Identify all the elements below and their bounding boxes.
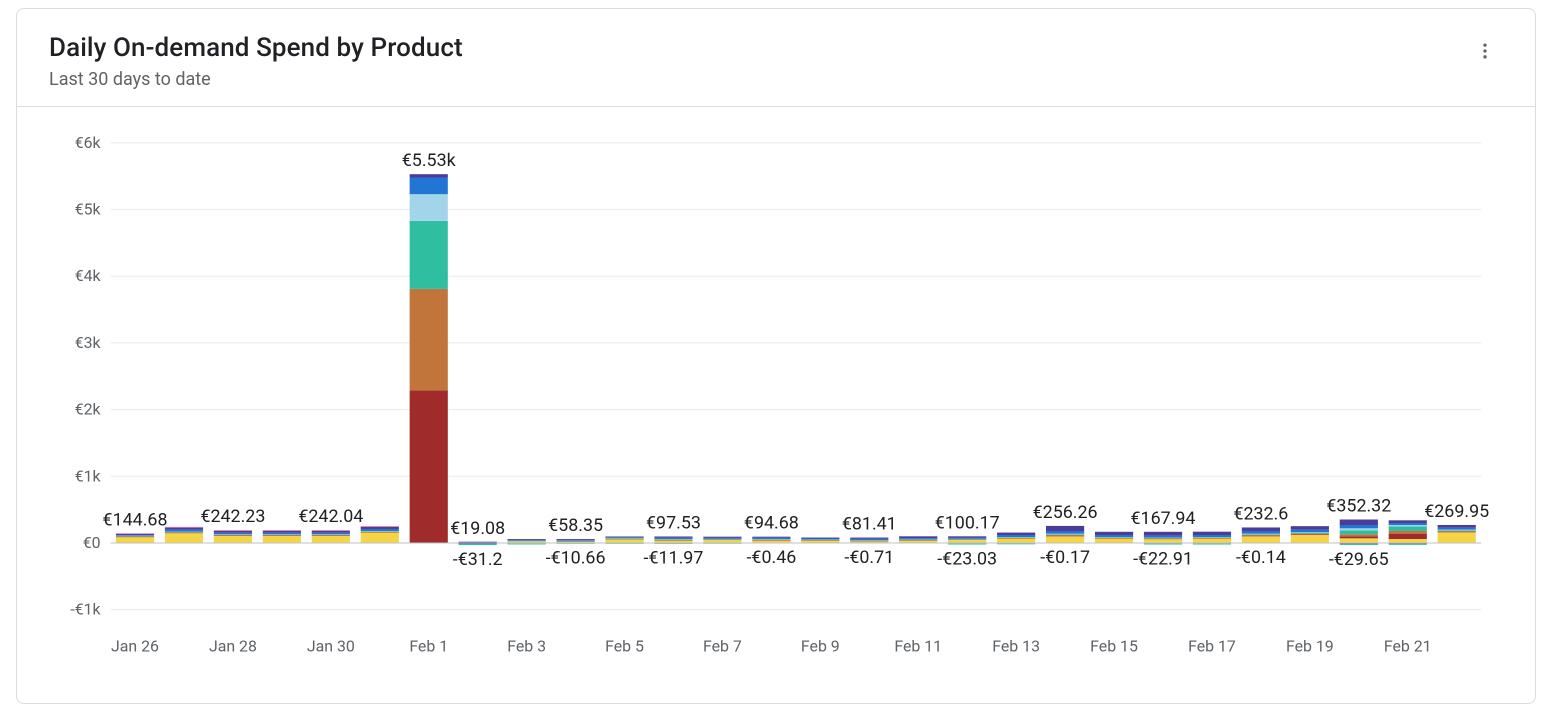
svg-text:-€0.17: -€0.17	[1040, 547, 1090, 568]
svg-text:Feb 19: Feb 19	[1286, 636, 1334, 655]
svg-text:Feb 1: Feb 1	[409, 636, 448, 655]
svg-text:-€0.46: -€0.46	[746, 547, 796, 568]
svg-text:Feb 5: Feb 5	[605, 636, 644, 655]
card-menu-button[interactable]	[1467, 33, 1503, 69]
spend-chart: -€1k €0 €1k €2k €3k €4k €5k €6k €144.68 €242.23 €2…	[41, 123, 1511, 679]
svg-text:€3k: €3k	[75, 333, 102, 352]
svg-text:€1k: €1k	[75, 466, 102, 485]
svg-text:€5k: €5k	[75, 200, 102, 219]
svg-text:€242.23: €242.23	[200, 506, 265, 527]
svg-text:€100.17: €100.17	[935, 512, 1000, 533]
more-vert-icon	[1475, 41, 1495, 61]
card-titles: Daily On-demand Spend by Product Last 30…	[49, 33, 463, 90]
svg-text:Feb 9: Feb 9	[801, 636, 840, 655]
svg-text:€94.68: €94.68	[744, 513, 799, 534]
svg-text:-€23.03: -€23.03	[937, 548, 997, 569]
svg-text:Feb 17: Feb 17	[1188, 636, 1236, 655]
svg-text:€19.08: €19.08	[450, 518, 505, 539]
card-subtitle: Last 30 days to date	[49, 69, 463, 90]
svg-text:-€0.14: -€0.14	[1236, 547, 1286, 568]
svg-text:€2k: €2k	[75, 400, 102, 419]
svg-text:€6k: €6k	[75, 133, 102, 152]
svg-text:-€10.66: -€10.66	[546, 548, 606, 569]
svg-text:Feb 21: Feb 21	[1384, 636, 1432, 655]
svg-text:Feb 15: Feb 15	[1090, 636, 1138, 655]
card-header: Daily On-demand Spend by Product Last 30…	[17, 9, 1535, 106]
svg-text:€58.35: €58.35	[548, 515, 603, 536]
svg-text:-€0.71: -€0.71	[844, 547, 894, 568]
svg-text:€232.6: €232.6	[1233, 504, 1288, 525]
svg-text:-€1k: -€1k	[70, 600, 101, 619]
svg-text:€269.95: €269.95	[1424, 501, 1489, 522]
svg-text:€0: €0	[83, 533, 101, 552]
svg-text:€242.04: €242.04	[298, 506, 363, 527]
svg-text:-€11.97: -€11.97	[644, 548, 704, 569]
svg-text:Jan 26: Jan 26	[111, 636, 159, 655]
svg-text:€144.68: €144.68	[103, 509, 168, 530]
svg-text:Feb 3: Feb 3	[507, 636, 546, 655]
svg-text:-€29.65: -€29.65	[1329, 549, 1389, 570]
chart-container: -€1k €0 €1k €2k €3k €4k €5k €6k €144.68 €242.23 €2…	[17, 107, 1535, 703]
svg-text:€5.53k: €5.53k	[402, 150, 457, 171]
spend-chart-card: Daily On-demand Spend by Product Last 30…	[16, 8, 1536, 704]
svg-text:-€22.91: -€22.91	[1133, 548, 1193, 569]
svg-text:Feb 13: Feb 13	[992, 636, 1040, 655]
svg-text:€167.94: €167.94	[1131, 508, 1196, 529]
svg-text:€352.32: €352.32	[1326, 496, 1391, 517]
svg-text:€97.53: €97.53	[646, 513, 701, 534]
svg-text:-€31.2: -€31.2	[453, 549, 503, 570]
card-title: Daily On-demand Spend by Product	[49, 33, 463, 63]
svg-text:Feb 7: Feb 7	[703, 636, 742, 655]
svg-text:Jan 28: Jan 28	[209, 636, 257, 655]
svg-text:Jan 30: Jan 30	[307, 636, 355, 655]
svg-text:€4k: €4k	[75, 266, 102, 285]
svg-text:Feb 11: Feb 11	[894, 636, 942, 655]
svg-text:€256.26: €256.26	[1033, 502, 1098, 523]
svg-text:€81.41: €81.41	[842, 514, 897, 535]
